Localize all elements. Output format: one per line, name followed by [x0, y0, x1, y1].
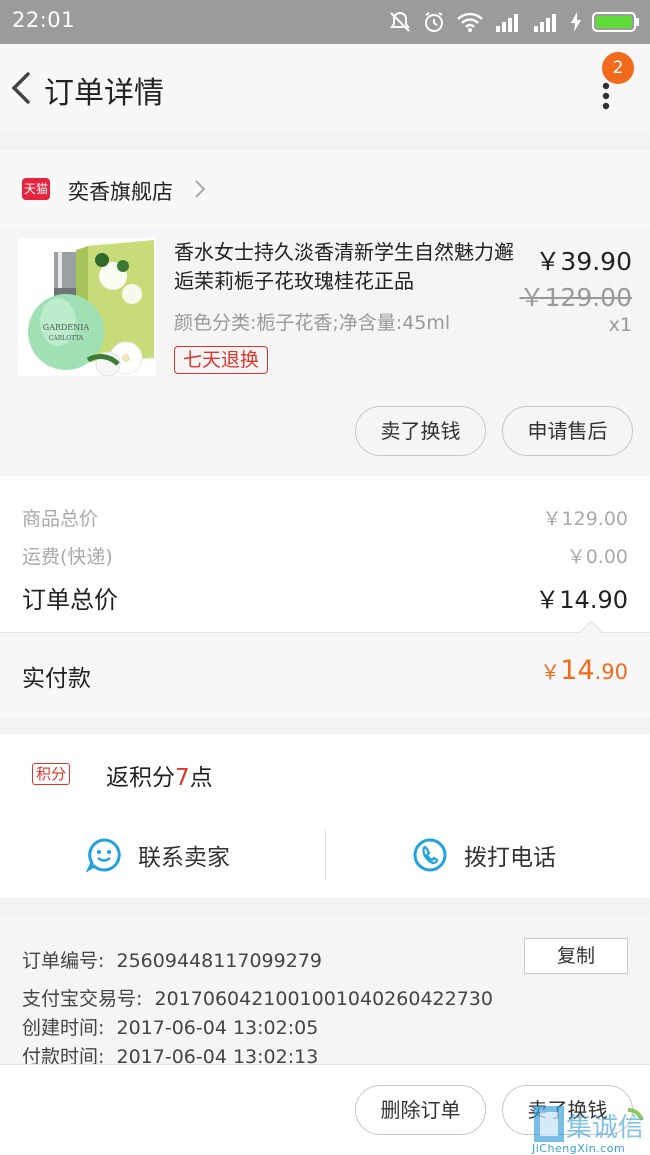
watermark-logo-text: 集诚信 — [566, 1113, 644, 1143]
price-summary: 商品总价 ￥129.00 运费(快递) ￥0.00 订单总价 ￥14.90 — [0, 476, 650, 632]
order-total-label: 订单总价 — [22, 586, 118, 614]
shop-name[interactable]: 奕香旗舰店 — [68, 176, 173, 206]
status-time: 22:01 — [12, 8, 76, 32]
paid-integer: 14 — [560, 655, 595, 686]
wifi-icon — [457, 12, 483, 32]
created-label: 创建时间: — [22, 1017, 105, 1039]
delete-order-button[interactable]: 删除订单 — [355, 1085, 486, 1135]
created-row: 创建时间: 2017-06-04 13:02:05 — [22, 1013, 318, 1040]
goods-total-row: 商品总价 ￥129.00 — [22, 504, 628, 531]
order-number-value: 25609448117099279 — [116, 950, 323, 972]
tmall-icon: 天猫 — [22, 178, 50, 200]
product-image[interactable]: GARDENIA CARLOTTA — [18, 238, 156, 376]
product-title[interactable]: 香水女士持久淡香清新学生自然魅力邂逅茉莉栀子花玫瑰桂花正品 — [174, 238, 526, 296]
contact-seller-button[interactable]: 联系卖家 — [86, 826, 230, 884]
app-header: 订单详情 2 — [0, 44, 650, 132]
points-tag: 积分 — [32, 763, 71, 785]
alipay-label: 支付宝交易号: — [22, 988, 143, 1010]
points-suffix: 点 — [189, 765, 213, 791]
points-count: 7 — [175, 765, 190, 791]
points-prefix: 返积分 — [106, 765, 175, 791]
notification-badge: 2 — [602, 52, 634, 84]
alarm-clock-icon — [425, 12, 443, 32]
shipping-row: 运费(快递) ￥0.00 — [22, 542, 628, 569]
shipping-value: ￥0.00 — [566, 546, 628, 568]
paid-amount-row: 实付款 ￥14.90 — [0, 620, 650, 718]
alipay-value: 2017060421001001040260422730 — [154, 988, 493, 1010]
paid-decimal: .90 — [594, 660, 628, 684]
order-info: 订单编号: 25609448117099279 复制 支付宝交易号: 20170… — [0, 914, 650, 1068]
battery-icon — [592, 12, 639, 32]
points-text: 返积分7点 — [106, 758, 213, 792]
contact-seller-label: 联系卖家 — [138, 845, 230, 871]
status-icons — [388, 9, 640, 35]
paid-label: 实付款 — [22, 666, 91, 692]
call-phone-button[interactable]: 拨打电话 — [412, 826, 556, 884]
status-bar: 22:01 — [0, 0, 650, 44]
back-arrow-icon[interactable] — [8, 66, 36, 110]
chevron-right-icon — [195, 180, 206, 198]
chat-smiley-icon — [86, 838, 121, 873]
shop-row[interactable]: 天猫 奕香旗舰店 — [0, 150, 650, 228]
product-price: ￥39.90 — [535, 247, 632, 276]
alipay-row: 支付宝交易号: 2017060421001001040260422730 — [22, 984, 493, 1011]
goods-total-value: ￥129.00 — [542, 508, 628, 530]
bottle-label-2: CARLOTTA — [49, 335, 84, 342]
shipping-label: 运费(快递) — [22, 546, 113, 568]
after-sale-button[interactable]: 申请售后 — [502, 406, 633, 456]
more-menu-icon[interactable] — [594, 78, 618, 118]
paid-currency: ￥ — [540, 660, 561, 684]
return-policy-tag: 七天退换 — [174, 346, 269, 374]
charging-icon — [571, 12, 581, 32]
sell-for-cash-button[interactable]: 卖了换钱 — [355, 406, 486, 456]
original-price: ￥129.00 — [519, 283, 632, 312]
order-number-label: 订单编号: — [22, 950, 105, 972]
contact-divider — [325, 830, 326, 880]
product-attributes: 颜色分类:栀子花香;净含量:45ml — [174, 312, 451, 334]
goods-total-label: 商品总价 — [22, 508, 99, 530]
points-contact-section: 积分 返积分7点 联系卖家 拨打电话 — [0, 734, 650, 898]
page-title: 订单详情 — [44, 76, 164, 111]
order-total-row: 订单总价 ￥14.90 — [22, 580, 628, 615]
mute-bell-icon — [390, 11, 410, 32]
bottle-label-1: GARDENIA — [43, 323, 90, 332]
order-number-row: 订单编号: 25609448117099279 — [22, 946, 322, 973]
signal-icon-1 — [496, 14, 518, 32]
perfume-bottle-image: GARDENIA CARLOTTA — [18, 238, 156, 376]
call-phone-label: 拨打电话 — [464, 845, 556, 871]
product-quantity: x1 — [608, 314, 632, 336]
signal-icon-2 — [534, 14, 556, 32]
copy-button[interactable]: 复制 — [524, 938, 628, 974]
paid-value: ￥14.90 — [540, 655, 628, 686]
watermark-text: JiChengXin.com — [532, 1142, 626, 1155]
product-card[interactable]: GARDENIA CARLOTTA 香水女士持久淡香清新学生自然魅力邂逅茉莉栀子… — [0, 228, 650, 476]
phone-icon — [413, 838, 447, 872]
created-value: 2017-06-04 13:02:05 — [116, 1017, 319, 1039]
order-total-value: ￥14.90 — [535, 586, 628, 614]
